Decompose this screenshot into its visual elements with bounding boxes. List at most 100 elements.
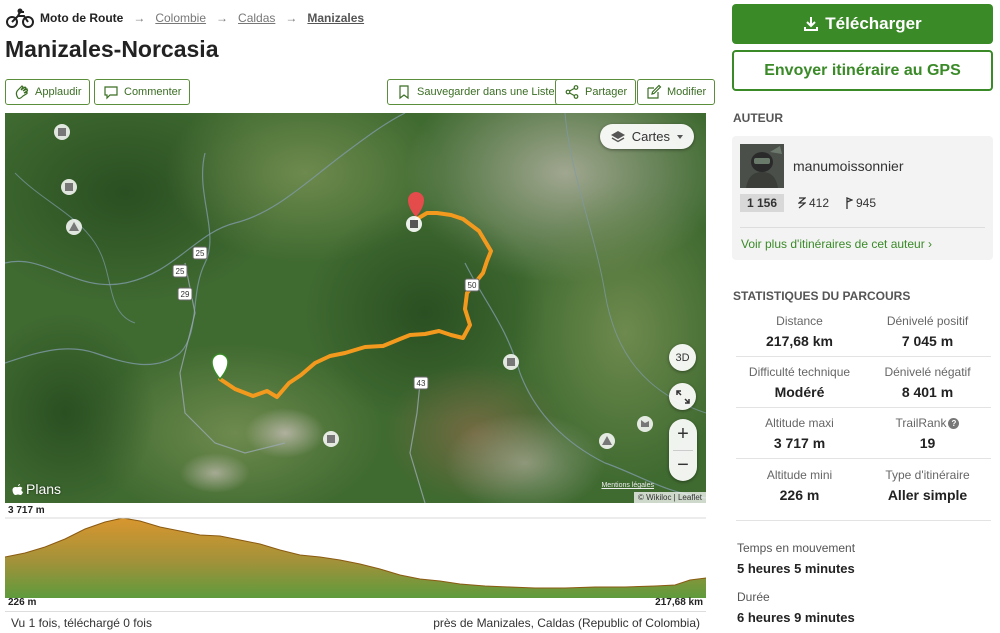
svg-text:43: 43 (417, 379, 426, 388)
expand-icon (675, 389, 690, 404)
zoom-in-button[interactable]: + (669, 419, 697, 450)
download-label: Télécharger (825, 14, 922, 33)
duration-value: 6 heures 9 minutes (737, 610, 855, 625)
elevation-chart (5, 517, 706, 598)
comment-label: Commenter (124, 86, 182, 98)
stat-distance: Distance 217,68 km (736, 314, 863, 349)
stat-max-altitude: Altitude maxi 3 717 m (736, 416, 863, 451)
caret-down-icon (677, 134, 683, 139)
elevation-distance-label: 217,68 km (655, 597, 703, 608)
stats-divider (736, 356, 991, 357)
save-list-button[interactable]: Sauvegarder dans une Liste (387, 79, 564, 105)
svg-text:50: 50 (468, 281, 477, 290)
stat-min-altitude: Altitude mini 226 m (736, 468, 863, 503)
trail-flag-icon (846, 197, 853, 209)
footer-bar: Vu 1 fois, téléchargé 0 fois près de Man… (5, 611, 706, 633)
moving-time-value: 5 heures 5 minutes (737, 561, 855, 576)
breadcrumb-region[interactable]: Caldas (238, 11, 275, 25)
stat-value: 3 717 m (773, 435, 826, 451)
breadcrumb-separator: → (216, 11, 229, 25)
help-icon[interactable]: ? (948, 418, 960, 429)
share-button[interactable]: Partager (555, 79, 637, 105)
elevation-max-label: 3 717 m (8, 505, 45, 516)
poi-marker[interactable] (503, 354, 519, 370)
author-trails: 945 (845, 196, 876, 210)
edit-icon (647, 84, 662, 99)
road-shield: 25 (172, 264, 188, 278)
stat-value: Modéré (774, 384, 825, 400)
stat-value: 7 045 m (901, 333, 954, 349)
terrain-background: 25 25 29 43 50 (5, 113, 706, 503)
save-list-label: Sauvegarder dans une Liste (417, 86, 555, 98)
stat-elevation-gain: Dénivelé positif 7 045 m (864, 314, 991, 349)
map-layer-label: Cartes (631, 129, 670, 144)
breadcrumb-home[interactable]: Moto de Route (40, 11, 123, 25)
author-card: manumoissonnier 1 156 412 945 Voir plus … (732, 136, 993, 260)
comment-icon (104, 86, 118, 100)
map-attribution[interactable]: © Wikiloc | Leaflet (634, 492, 706, 503)
svg-text:25: 25 (176, 267, 185, 276)
fullscreen-button[interactable] (669, 383, 696, 410)
stat-trail-type: Type d'itinéraire Aller simple (864, 468, 991, 503)
apple-logo-icon (12, 483, 23, 495)
stat-label: Dénivelé positif (886, 314, 969, 328)
layers-icon (610, 130, 625, 142)
poi-marker[interactable] (66, 219, 82, 235)
toggle-3d-label: 3D (675, 351, 690, 364)
download-button[interactable]: Télécharger (732, 4, 993, 44)
stat-value: Aller simple (887, 487, 968, 503)
edit-button[interactable]: Modifier (637, 79, 716, 105)
comment-button[interactable]: Commenter (94, 79, 191, 105)
breadcrumb-city[interactable]: Manizales (307, 11, 364, 25)
download-icon (804, 17, 819, 31)
stats-section-title: STATISTIQUES DU PARCOURS (733, 289, 911, 303)
stat-label: Difficulté technique (748, 365, 851, 379)
duration-label: Durée (737, 590, 770, 604)
poi-marker[interactable] (61, 179, 77, 195)
applaud-button[interactable]: Applaudir (5, 79, 91, 105)
poi-marker[interactable] (323, 431, 339, 447)
author-badge: 1 156 (740, 194, 784, 212)
stat-value: 8 401 m (901, 384, 954, 400)
elevation-min-label: 226 m (8, 597, 37, 608)
stats-divider (736, 458, 991, 459)
toggle-3d-button[interactable]: 3D (669, 344, 696, 371)
map-brand-label: Plans (26, 481, 62, 497)
stat-value: 226 m (779, 487, 820, 503)
applaud-label: Applaudir (35, 86, 82, 98)
poi-marker[interactable] (599, 433, 615, 449)
stat-label: Dénivelé négatif (884, 365, 971, 379)
road-shield: 25 (192, 246, 208, 260)
stat-difficulty: Difficulté technique Modéré (736, 365, 863, 400)
road-shield: 50 (464, 278, 480, 292)
avatar-image (740, 144, 784, 188)
stats-divider (736, 520, 991, 521)
stat-elevation-loss: Dénivelé négatif 8 401 m (864, 365, 991, 400)
author-trails-count: 945 (856, 196, 877, 210)
road-shield: 43 (413, 376, 429, 390)
edit-label: Modifier (667, 86, 707, 98)
author-divider (740, 227, 985, 228)
avatar[interactable] (740, 144, 784, 188)
stats-divider (736, 407, 991, 408)
stat-trailrank: TrailRank? 19 (864, 416, 991, 451)
send-to-gps-button[interactable]: Envoyer itinéraire au GPS (732, 50, 993, 91)
poi-marker[interactable] (54, 124, 70, 140)
poi-marker[interactable] (637, 416, 653, 432)
route-map[interactable]: 25 25 29 43 50 Cartes 3D + − Plans Menti… (5, 113, 706, 503)
more-trails-link[interactable]: Voir plus d'itinéraires de cet auteur › (741, 237, 932, 251)
map-layer-button[interactable]: Cartes (599, 124, 694, 149)
elevation-profile[interactable]: 3 717 m 226 m 217,68 km (5, 505, 706, 610)
view-count: Vu 1 fois, téléchargé 0 fois (11, 615, 152, 630)
author-followers-count: 412 (809, 196, 830, 210)
stat-label: Altitude maxi (765, 416, 834, 430)
stat-label: Distance (776, 314, 823, 328)
breadcrumb-country[interactable]: Colombie (155, 11, 206, 25)
trailrank-label: TrailRank (895, 416, 947, 430)
svg-text:29: 29 (181, 290, 190, 299)
map-legal-link[interactable]: Mentions légales (601, 482, 654, 489)
zoom-out-button[interactable]: − (669, 451, 697, 482)
clap-icon (15, 85, 29, 99)
author-name[interactable]: manumoissonnier (793, 158, 904, 174)
map-brand: Plans (12, 481, 61, 497)
